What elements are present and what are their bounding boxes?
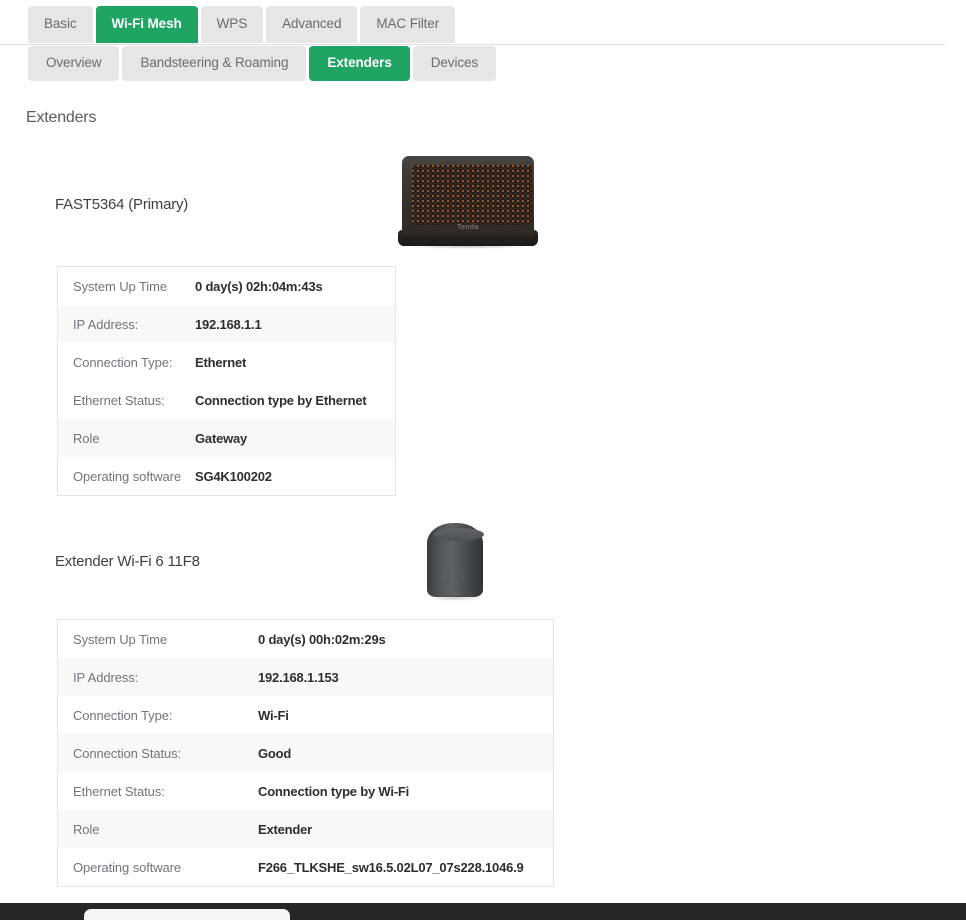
- tab-mac-filter[interactable]: MAC Filter: [360, 6, 455, 43]
- row-label: IP Address:: [58, 658, 258, 696]
- table-row: IP Address: 192.168.1.1: [58, 305, 395, 343]
- row-label: Ethernet Status:: [58, 772, 258, 810]
- row-label: Connection Status:: [58, 734, 258, 772]
- router-image: Tenda: [398, 152, 538, 250]
- tab-advanced[interactable]: Advanced: [266, 6, 357, 43]
- row-label: Ethernet Status:: [58, 381, 195, 419]
- table-row: Connection Type: Ethernet: [58, 343, 395, 381]
- row-value: Extender: [258, 810, 553, 848]
- table-row: IP Address: 192.168.1.153: [58, 658, 553, 696]
- tab-bar-divider: [0, 44, 945, 45]
- system-bar-handle[interactable]: [84, 909, 290, 920]
- row-value: Good: [258, 734, 553, 772]
- row-label: IP Address:: [58, 305, 195, 343]
- row-value: Ethernet: [195, 343, 395, 381]
- row-label: Role: [58, 810, 258, 848]
- row-value: 0 day(s) 02h:04m:43s: [195, 267, 395, 305]
- row-value: Connection type by Ethernet: [195, 381, 395, 419]
- row-label: Connection Type:: [58, 696, 258, 734]
- table-row: Ethernet Status: Connection type by Wi-F…: [58, 772, 553, 810]
- tab-wifi-mesh[interactable]: Wi-Fi Mesh: [96, 6, 198, 43]
- row-value: Wi-Fi: [258, 696, 553, 734]
- device-name-primary: FAST5364 (Primary): [55, 196, 188, 213]
- row-value: SG4K100202: [195, 457, 395, 495]
- primary-tab-bar: Basic Wi-Fi Mesh WPS Advanced MAC Filter: [28, 6, 455, 43]
- row-label: System Up Time: [58, 267, 195, 305]
- table-row: Operating software SG4K100202: [58, 457, 395, 495]
- table-row: Operating software F266_TLKSHE_sw16.5.02…: [58, 848, 553, 886]
- table-row: Ethernet Status: Connection type by Ethe…: [58, 381, 395, 419]
- extender-body: · · ·: [427, 523, 483, 597]
- page-title: Extenders: [26, 109, 96, 127]
- table-row: System Up Time 0 day(s) 00h:02m:29s: [58, 620, 553, 658]
- secondary-tab-bar: Overview Bandsteering & Roaming Extender…: [28, 46, 496, 81]
- row-value: F266_TLKSHE_sw16.5.02L07_07s228.1046.9: [258, 848, 553, 886]
- row-value: Gateway: [195, 419, 395, 457]
- row-label: Operating software: [58, 848, 258, 886]
- tab-basic[interactable]: Basic: [28, 6, 93, 43]
- router-shadow: [408, 244, 528, 249]
- router-admin-page: Basic Wi-Fi Mesh WPS Advanced MAC Filter…: [0, 0, 966, 903]
- extender-shadow: [429, 595, 481, 601]
- tab-bandsteering-roaming[interactable]: Bandsteering & Roaming: [122, 46, 306, 81]
- table-row: Role Gateway: [58, 419, 395, 457]
- extender-image: · · ·: [423, 519, 489, 603]
- row-label: Operating software: [58, 457, 195, 495]
- row-label: Connection Type:: [58, 343, 195, 381]
- table-row: Role Extender: [58, 810, 553, 848]
- tab-wps[interactable]: WPS: [201, 6, 263, 43]
- router-brand-logo: Tenda: [402, 224, 534, 231]
- table-row: System Up Time 0 day(s) 02h:04m:43s: [58, 267, 395, 305]
- device-info-table-extender: System Up Time 0 day(s) 00h:02m:29s IP A…: [57, 619, 554, 887]
- device-info-table-primary: System Up Time 0 day(s) 02h:04m:43s IP A…: [57, 266, 396, 496]
- extender-top-cap: [434, 528, 484, 541]
- row-value: 0 day(s) 00h:02m:29s: [258, 620, 553, 658]
- row-label: System Up Time: [58, 620, 258, 658]
- device-name-extender: Extender Wi-Fi 6 11F8: [55, 553, 200, 570]
- row-label: Role: [58, 419, 195, 457]
- tab-extenders[interactable]: Extenders: [309, 46, 409, 81]
- router-body: Tenda: [402, 156, 534, 236]
- row-value: 192.168.1.1: [195, 305, 395, 343]
- tab-devices[interactable]: Devices: [413, 46, 496, 81]
- table-row: Connection Status: Good: [58, 734, 553, 772]
- router-grille: [412, 165, 532, 225]
- extender-led-indicators: · · ·: [427, 573, 483, 580]
- row-value: Connection type by Wi-Fi: [258, 772, 553, 810]
- tab-overview[interactable]: Overview: [28, 46, 119, 81]
- row-value: 192.168.1.153: [258, 658, 553, 696]
- table-row: Connection Type: Wi-Fi: [58, 696, 553, 734]
